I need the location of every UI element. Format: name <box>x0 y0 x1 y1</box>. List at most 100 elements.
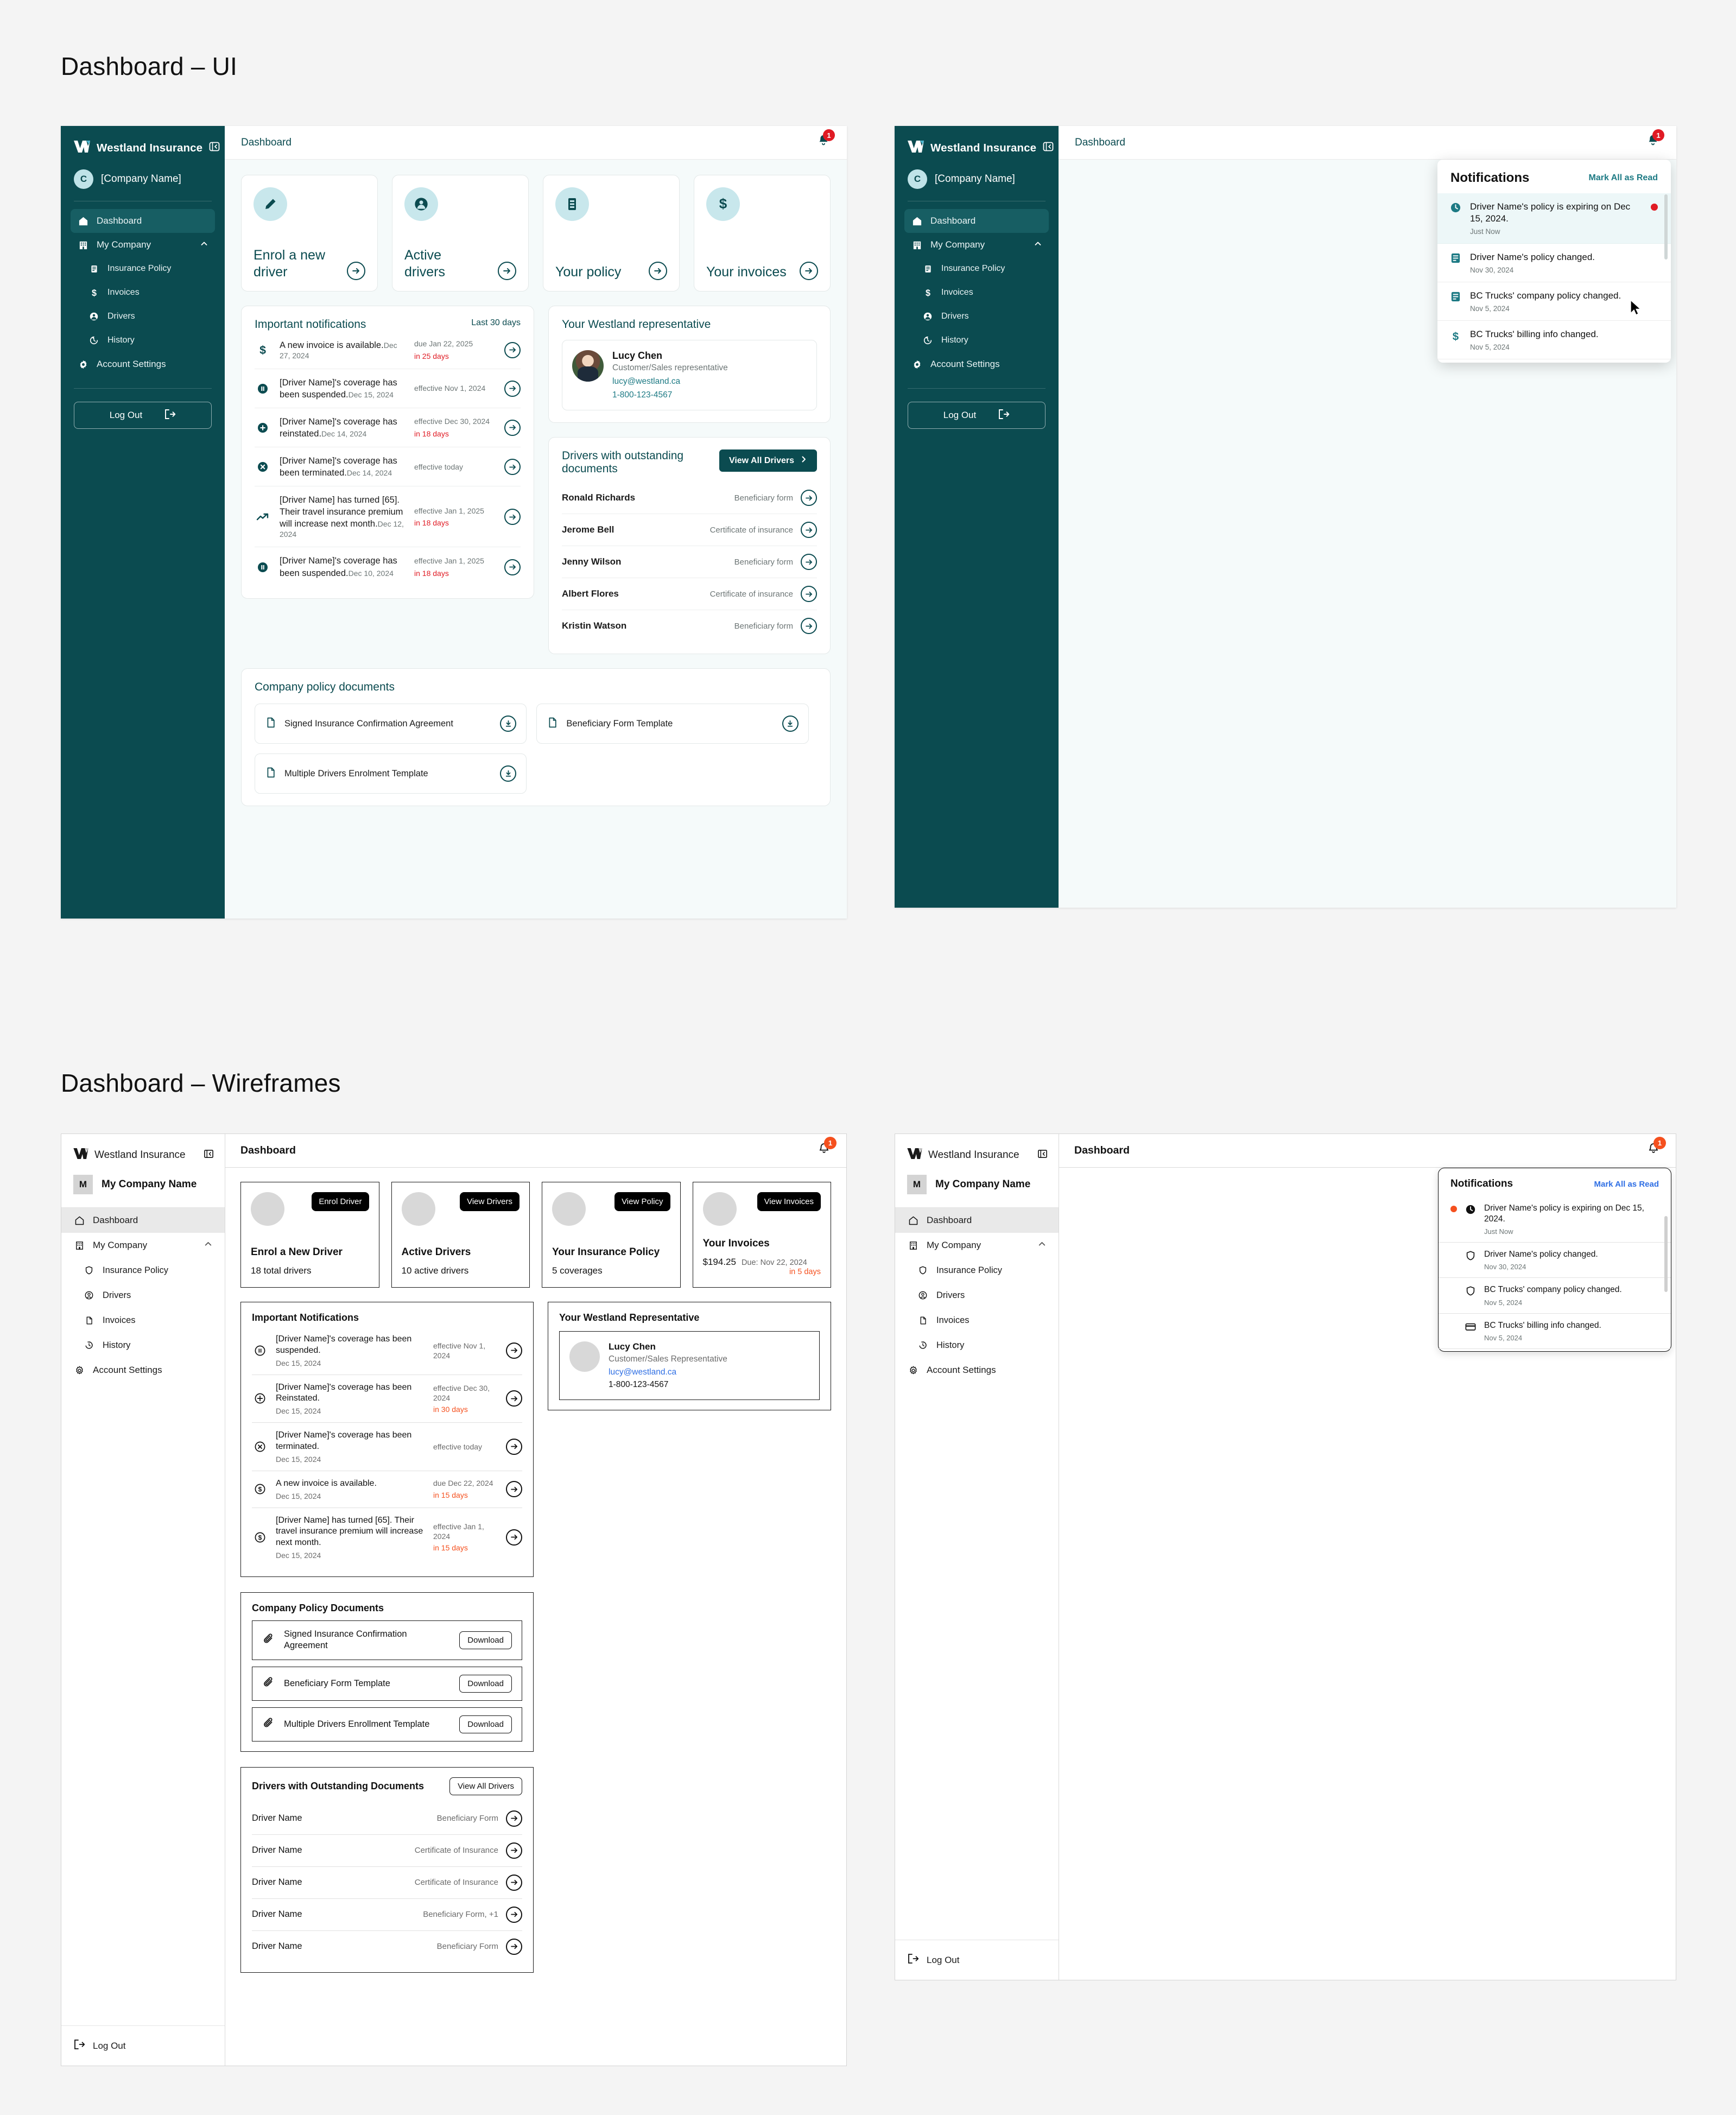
document-card[interactable]: Multiple Drivers Enrolment Template <box>255 753 527 794</box>
arrow-right-icon[interactable] <box>504 509 521 525</box>
arrow-right-icon[interactable] <box>504 341 521 358</box>
sidebar-item-insurance-policy[interactable]: Insurance Policy <box>895 1258 1059 1283</box>
notification-row[interactable]: [Driver Name]'s coverage has been suspen… <box>255 547 521 586</box>
notification-row[interactable]: [Driver Name]'s coverage has been suspen… <box>252 1327 522 1375</box>
notifications-bell-button[interactable]: 1 <box>1646 129 1664 151</box>
sidebar-item-drivers[interactable]: Drivers <box>895 1283 1059 1308</box>
download-button[interactable]: Download <box>459 1631 512 1649</box>
arrow-right-icon[interactable] <box>506 1342 522 1359</box>
mark-all-as-read-button[interactable]: Mark All as Read <box>1594 1180 1659 1189</box>
table-row[interactable]: Driver Name Certificate of Insurance <box>252 1835 522 1867</box>
document-row[interactable]: Multiple Drivers Enrollment Template Down… <box>252 1707 522 1742</box>
notification-row[interactable]: [Driver Name]'s coverage has been suspen… <box>255 369 521 408</box>
collapse-sidebar-icon[interactable] <box>1037 1149 1048 1162</box>
notification-row[interactable]: $ A new invoice is available.Dec 27, 2024… <box>255 331 521 369</box>
rep-email-link[interactable]: lucy@westland.ca <box>612 377 728 387</box>
stat-card-button[interactable]: Enrol Driver <box>312 1192 369 1211</box>
document-row[interactable]: Beneficiary Form Template Download <box>252 1666 522 1701</box>
table-row[interactable]: Driver Name Beneficiary Form, +1 <box>252 1899 522 1931</box>
sidebar-item-account-settings[interactable]: Account Settings <box>904 352 1049 376</box>
sidebar-item-drivers[interactable]: Drivers <box>904 305 1049 328</box>
arrow-right-icon[interactable] <box>506 1874 522 1891</box>
arrow-right-icon[interactable] <box>347 262 365 280</box>
rep-phone-link[interactable]: 1-800-123-4567 <box>612 390 728 400</box>
stat-card-active-drivers[interactable]: Active drivers <box>392 175 529 292</box>
arrow-right-icon[interactable] <box>801 554 817 570</box>
stat-card-button[interactable]: View Drivers <box>460 1192 519 1211</box>
stat-card[interactable]: View Invoices Your Invoices $194.25 Due: No… <box>692 1182 831 1288</box>
sidebar-item-invoices[interactable]: Invoices <box>61 1308 225 1333</box>
sidebar-item-invoices[interactable]: Invoices <box>895 1308 1059 1333</box>
logout-button[interactable]: Log Out <box>74 402 212 429</box>
sidebar-item-account-settings[interactable]: Account Settings <box>61 1358 225 1383</box>
notification-row[interactable]: [Driver Name]'s coverage has reinstated.… <box>255 408 521 447</box>
view-all-drivers-button[interactable]: View All Drivers <box>719 449 817 472</box>
stat-card[interactable]: View Drivers Active Drivers 10 active driv… <box>391 1182 530 1288</box>
chevron-up-icon[interactable] <box>204 1239 213 1251</box>
collapse-sidebar-icon[interactable] <box>204 1149 214 1162</box>
stat-card-button[interactable]: View Policy <box>614 1192 670 1211</box>
notifications-bell-button[interactable]: 1 <box>1646 1137 1666 1160</box>
table-row[interactable]: Jerome Bell Certificate of insurance <box>562 514 817 546</box>
table-row[interactable]: Driver Name Beneficiary Form <box>252 1931 522 1962</box>
collapse-sidebar-icon[interactable] <box>209 141 220 155</box>
arrow-right-icon[interactable] <box>504 419 521 436</box>
rep-email-link[interactable]: lucy@westland.ca <box>609 1367 727 1377</box>
sidebar-item-account-settings[interactable]: Account Settings <box>71 352 215 376</box>
stat-card[interactable]: View Policy Your Insurance Policy 5 covera… <box>542 1182 681 1288</box>
download-icon[interactable] <box>500 715 517 732</box>
notification-row[interactable]: [Driver Name]'s coverage has been Reinst… <box>252 1375 522 1423</box>
arrow-right-icon[interactable] <box>801 618 817 634</box>
sidebar-item-history[interactable]: History <box>904 328 1049 352</box>
mark-all-as-read-button[interactable]: Mark All as Read <box>1589 173 1658 183</box>
arrow-right-icon[interactable] <box>506 1390 522 1407</box>
scrollbar[interactable] <box>1664 194 1668 259</box>
stat-card[interactable]: Enrol Driver Enrol a New Driver 18 total d… <box>240 1182 379 1288</box>
arrow-right-icon[interactable] <box>801 490 817 506</box>
table-row[interactable]: Driver Name Beneficiary Form <box>252 1803 522 1835</box>
notification-item[interactable]: Driver Name's policy changed. Nov 30, 202… <box>1439 1243 1671 1278</box>
sidebar-item-dashboard[interactable]: Dashboard <box>71 209 215 233</box>
arrow-right-icon[interactable] <box>649 262 667 280</box>
arrow-right-icon[interactable] <box>801 586 817 602</box>
arrow-right-icon[interactable] <box>506 1906 522 1923</box>
scrollbar[interactable] <box>1664 1216 1668 1292</box>
arrow-right-icon[interactable] <box>504 559 521 575</box>
sidebar-item-my-company[interactable]: My Company <box>895 1233 1059 1258</box>
document-row[interactable]: Signed Insurance Confirmation Agreement D… <box>252 1620 522 1660</box>
company-selector[interactable]: M My Company Name <box>61 1162 225 1208</box>
table-row[interactable]: Ronald Richards Beneficiary form <box>562 482 817 514</box>
notification-row[interactable]: $ [Driver Name] has turned [65]. Their tr… <box>252 1508 522 1567</box>
stat-card-your-invoices[interactable]: $ Your invoices <box>694 175 831 292</box>
chevron-up-icon[interactable] <box>1037 1239 1047 1251</box>
arrow-right-icon[interactable] <box>506 1529 522 1546</box>
sidebar-item-my-company[interactable]: My Company <box>904 233 1049 257</box>
notification-row[interactable]: $ A new invoice is available. Dec 15, 2024… <box>252 1471 522 1508</box>
sidebar-item-dashboard[interactable]: Dashboard <box>895 1208 1059 1233</box>
notification-row[interactable]: [Driver Name]'s coverage has been termin… <box>252 1423 522 1471</box>
sidebar-item-history[interactable]: History <box>71 328 215 352</box>
stat-card-your-policy[interactable]: Your policy <box>543 175 680 292</box>
view-all-drivers-button[interactable]: View All Drivers <box>449 1777 522 1795</box>
table-row[interactable]: Driver Name Certificate of Insurance <box>252 1867 522 1899</box>
sidebar-item-my-company[interactable]: My Company <box>61 1233 225 1258</box>
arrow-right-icon[interactable] <box>506 1810 522 1827</box>
sidebar-item-account-settings[interactable]: Account Settings <box>895 1358 1059 1383</box>
arrow-right-icon[interactable] <box>504 380 521 397</box>
arrow-right-icon[interactable] <box>801 522 817 538</box>
notification-item[interactable]: Driver Name's policy is expiring on Dec … <box>1439 1196 1671 1243</box>
chevron-up-icon[interactable] <box>1034 239 1042 251</box>
chevron-up-icon[interactable] <box>200 239 208 251</box>
sidebar-item-insurance-policy[interactable]: Insurance Policy <box>61 1258 225 1283</box>
notification-row[interactable]: [Driver Name] has turned [65]. Their tra… <box>255 486 521 548</box>
notification-item[interactable]: Driver Name's policy is expiring on Dec … <box>1437 193 1671 244</box>
sidebar-item-insurance-policy[interactable]: Insurance Policy <box>71 257 215 281</box>
company-selector[interactable]: C [Company Name] <box>61 155 225 189</box>
arrow-right-icon[interactable] <box>498 262 516 280</box>
sidebar-item-my-company[interactable]: My Company <box>71 233 215 257</box>
table-row[interactable]: Jenny Wilson Beneficiary form <box>562 546 817 578</box>
document-card[interactable]: Beneficiary Form Template <box>536 704 809 744</box>
table-row[interactable]: Albert Flores Certificate of insurance <box>562 578 817 610</box>
document-card[interactable]: Signed Insurance Confirmation Agreement <box>255 704 527 744</box>
sidebar-item-invoices[interactable]: $ Invoices <box>71 281 215 305</box>
